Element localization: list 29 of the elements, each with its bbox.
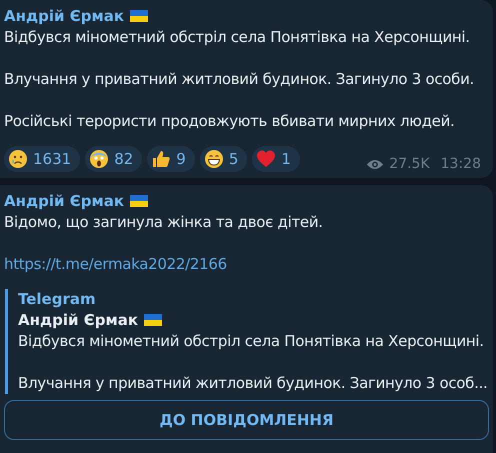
thumbs-up-icon (151, 149, 172, 169)
flag-icon (130, 195, 148, 207)
heart-icon (256, 149, 276, 169)
crying-face-icon (8, 149, 28, 169)
flag-icon (144, 314, 162, 326)
views-icon (366, 158, 384, 170)
author-name[interactable]: Андрій Єрмак (4, 192, 124, 210)
preview-site: Telegram (18, 289, 97, 309)
preview-text: Влучання у приватний житловий будинок. Загинуло 3 особ... (18, 373, 488, 394)
author-name[interactable]: Андрій Єрмак (4, 7, 124, 25)
message-text: Відбувся мінометний обстріл села Понятівка на Херсонщині. (4, 27, 471, 48)
message-time: 13:28 (440, 156, 481, 172)
message-text: Відомо, що загинула жінка та двоє дітей. (4, 212, 324, 233)
reaction-chip[interactable]: 1 (252, 146, 300, 172)
message-text: Влучання у приватний житловий будинок. Загинуло 3 особи. (4, 69, 476, 90)
message-text: Російські терористи продовжують вбивати мирних людей. (4, 111, 456, 132)
link-preview[interactable]: Telegram Андрій Єрмак Відбувся мінометний обстріл села Понятівка на Херсонщині. Влучання у приватний житловий будинок. Загинуло 3 особ... (5, 289, 489, 394)
reaction-chip[interactable]: 9 (147, 146, 195, 172)
grinning-face-icon (204, 149, 224, 169)
reaction-chip[interactable]: 5 (200, 146, 248, 172)
preview-text: Відбувся мінометний обстріл села Понятівка на Херсонщині. (18, 331, 485, 352)
link[interactable]: https://t.me/ermaka2022/2166 (4, 255, 227, 273)
go-to-message-button[interactable]: ДО ПОВІДОМЛЕННЯ (4, 400, 489, 440)
flag-icon (130, 10, 148, 22)
screaming-face-icon (89, 149, 110, 169)
reaction-chip[interactable]: 82 (85, 146, 142, 172)
view-count: 27.5K (389, 156, 430, 172)
preview-title: Андрій Єрмак (18, 311, 138, 329)
reaction-chip[interactable]: 1631 (4, 146, 80, 172)
